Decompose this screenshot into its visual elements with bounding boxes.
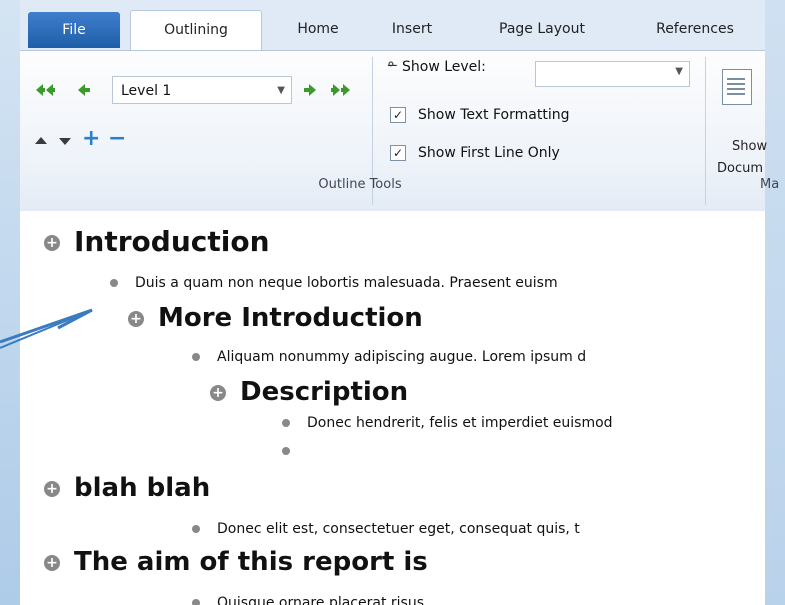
- heading-text: More Introduction: [158, 303, 423, 333]
- outline-heading-level-2[interactable]: + More Introduction: [128, 303, 423, 333]
- chevron-down-icon: ▼: [277, 85, 285, 96]
- outline-level-value: Level 1: [121, 83, 172, 99]
- body-bullet-icon: [192, 525, 200, 533]
- move-down-icon[interactable]: [58, 137, 72, 147]
- expand-bullet-icon[interactable]: +: [44, 235, 60, 251]
- body-text: Aliquam nonummy adipiscing augue. Lorem …: [217, 349, 587, 365]
- outline-body-text[interactable]: Donec hendrerit, felis et imperdiet euis…: [282, 415, 613, 431]
- ribbon: Level 1 ▼ + − ⚬̶ Show Level: ▼ ✓ Show Tex…: [20, 50, 779, 212]
- expand-bullet-icon[interactable]: +: [44, 480, 60, 497]
- outline-document[interactable]: + Introduction Duis a quam non neque lobo…: [20, 211, 765, 605]
- outline-body-text[interactable]: Donec elit est, consectetuer eget, conse…: [192, 521, 580, 537]
- tab-home[interactable]: Home: [278, 10, 358, 48]
- outline-heading-level-1[interactable]: + The aim of this report is: [44, 547, 428, 577]
- show-level-label: Show Level:: [402, 59, 486, 75]
- body-bullet-icon: [192, 353, 200, 361]
- tab-file[interactable]: File: [28, 12, 120, 48]
- body-text: Donec hendrerit, felis et imperdiet euis…: [307, 415, 613, 431]
- expand-bullet-icon[interactable]: +: [210, 384, 226, 401]
- tab-references[interactable]: References: [625, 10, 765, 48]
- body-bullet-icon: [282, 447, 290, 455]
- move-up-icon[interactable]: [34, 135, 48, 145]
- heading-text: The aim of this report is: [74, 547, 428, 577]
- expand-bullet-icon[interactable]: +: [44, 554, 60, 571]
- outline-body-text[interactable]: Aliquam nonummy adipiscing augue. Lorem …: [192, 349, 586, 365]
- outline-level-select[interactable]: Level 1 ▼: [112, 76, 292, 104]
- outline-body-text-empty[interactable]: [282, 443, 307, 459]
- show-text-formatting-label: Show Text Formatting: [418, 107, 570, 123]
- show-first-line-only-option[interactable]: ✓ Show First Line Only: [390, 145, 560, 161]
- document-icon: [722, 69, 752, 105]
- show-text-formatting-checkbox[interactable]: ✓: [390, 107, 406, 123]
- outline-heading-level-1[interactable]: + Introduction: [44, 225, 270, 258]
- callout-arrow-icon: [0, 308, 93, 349]
- expand-bullet-icon[interactable]: +: [128, 310, 144, 327]
- collapse-icon[interactable]: −: [108, 128, 126, 150]
- demote-to-body-text-icon[interactable]: [330, 83, 354, 97]
- show-text-formatting-option[interactable]: ✓ Show Text Formatting: [390, 107, 569, 123]
- body-text: Donec elit est, consectetuer eget, conse…: [217, 521, 580, 537]
- show-document-button[interactable]: Show Docum: [710, 57, 770, 177]
- show-first-line-only-label: Show First Line Only: [418, 145, 560, 161]
- demote-icon[interactable]: [302, 83, 318, 97]
- outline-heading-level-1[interactable]: + blah blah: [44, 473, 210, 503]
- heading-text: Description: [240, 377, 409, 407]
- body-bullet-icon: [110, 279, 118, 287]
- body-bullet-icon: [282, 419, 290, 427]
- body-text: Duis a quam non neque lobortis malesuada…: [135, 275, 558, 291]
- heading-text: blah blah: [74, 473, 211, 503]
- show-level-icon: ⚬̶: [385, 57, 397, 73]
- tab-outlining[interactable]: Outlining: [130, 10, 262, 51]
- expand-icon[interactable]: +: [82, 128, 100, 150]
- ribbon-separator: [705, 57, 706, 205]
- master-document-group-label: Ma: [760, 177, 780, 192]
- tab-page-layout[interactable]: Page Layout: [472, 10, 612, 48]
- outline-body-text[interactable]: Quisque ornare placerat risus: [192, 595, 424, 605]
- show-document-label-line2: Docum: [717, 161, 764, 176]
- body-bullet-icon: [192, 599, 200, 605]
- show-document-label-line1: Show: [732, 139, 768, 154]
- chevron-down-icon: ▼: [675, 66, 683, 77]
- show-first-line-only-checkbox[interactable]: ✓: [390, 145, 406, 161]
- outline-body-text[interactable]: Duis a quam non neque lobortis malesuada…: [110, 275, 558, 291]
- promote-icon[interactable]: [76, 83, 92, 97]
- heading-text: Introduction: [74, 225, 270, 258]
- outline-tools-group-label: Outline Tools: [318, 177, 402, 192]
- show-level-select[interactable]: ▼: [535, 61, 690, 87]
- ribbon-tab-bar: File Outlining Home Insert Page Layout R…: [20, 0, 765, 51]
- body-text: Quisque ornare placerat risus: [217, 595, 424, 605]
- promote-to-heading-1-icon[interactable]: [32, 83, 56, 97]
- tab-insert[interactable]: Insert: [372, 10, 452, 48]
- outline-heading-level-3[interactable]: + Description: [210, 377, 408, 407]
